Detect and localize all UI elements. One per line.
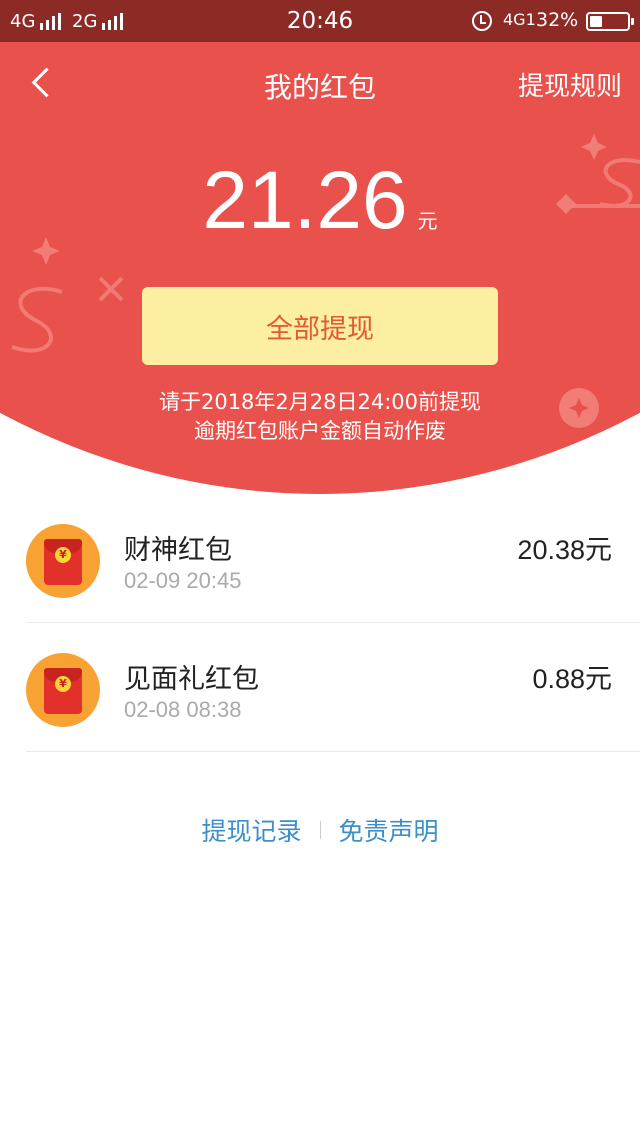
envelope-amount: 0.88元 <box>532 664 612 694</box>
expiry-notice: 请于2018年2月28日24:00前提现 逾期红包账户金额自动作废 <box>0 388 640 446</box>
red-envelope-icon: ¥ <box>26 653 100 727</box>
envelope-time: 02-09 20:45 <box>124 568 242 593</box>
envelope-name: 财神红包 <box>124 535 232 566</box>
red-envelope-icon: ¥ <box>26 524 100 598</box>
link-divider <box>319 821 321 839</box>
withdraw-history-link[interactable]: 提现记录 <box>201 812 301 848</box>
balance-unit: 元 <box>417 209 438 233</box>
envelope-name: 见面礼红包 <box>124 664 259 695</box>
envelope-time: 02-08 08:38 <box>124 697 242 722</box>
notice-line-1: 请于2018年2月28日24:00前提现 <box>158 390 482 414</box>
coin-symbol: ¥ <box>55 676 71 692</box>
notice-line-2: 逾期红包账户金额自动作废 <box>194 419 446 443</box>
list-item[interactable]: ¥ 见面礼红包 02-08 08:38 0.88元 <box>0 623 640 752</box>
alarm-icon <box>472 11 492 31</box>
battery-percent: 32% <box>536 9 579 31</box>
balance-value: 21.26 <box>202 155 408 246</box>
withdraw-rules-link[interactable]: 提现规则 <box>518 66 622 103</box>
network-label: 4G1 <box>503 10 536 29</box>
list-item[interactable]: ¥ 财神红包 02-09 20:45 20.38元 <box>0 494 640 623</box>
envelope-list: ¥ 财神红包 02-09 20:45 20.38元 ¥ 见面礼红包 02-08 … <box>0 494 640 752</box>
coin-symbol: ¥ <box>55 547 71 563</box>
withdraw-all-button[interactable]: 全部提现 <box>142 287 498 365</box>
battery-icon <box>586 12 634 31</box>
envelope-amount: 20.38元 <box>517 535 612 565</box>
footer-links: 提现记录 免责声明 <box>0 812 640 848</box>
status-bar: 4G 2G 20:46 4G1 32% <box>0 0 640 42</box>
balance-header: 我的红包 提现规则 21.26 元 全部提现 请于2018年2月28日24:00前… <box>0 42 640 494</box>
balance-amount: 21.26 元 <box>0 154 640 248</box>
divider <box>26 751 640 752</box>
disclaimer-link[interactable]: 免责声明 <box>339 812 439 848</box>
